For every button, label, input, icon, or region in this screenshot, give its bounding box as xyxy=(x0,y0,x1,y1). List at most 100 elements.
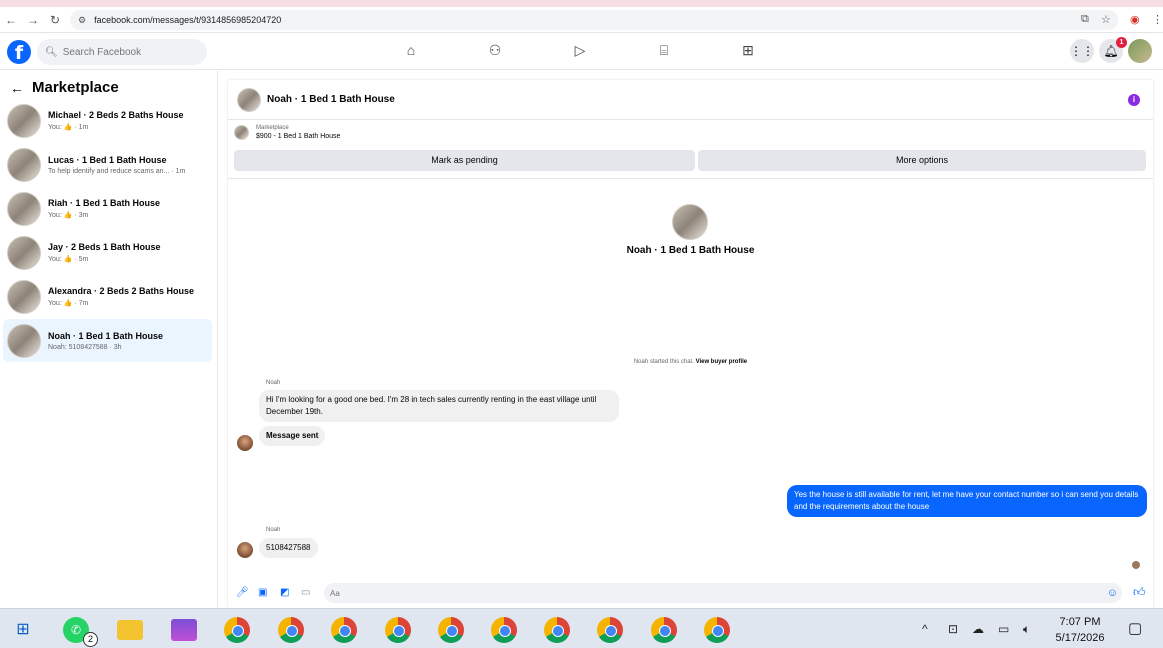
reload-icon[interactable]: ↻ xyxy=(44,13,66,27)
back-arrow-icon[interactable]: ← xyxy=(10,80,24,96)
install-app-icon[interactable]: ⧉ xyxy=(1081,13,1089,26)
menu-grid-icon[interactable]: ⋮⋮ xyxy=(1070,39,1094,63)
listing-thumbnail xyxy=(7,103,41,138)
site-settings-icon[interactable]: ⚙ xyxy=(78,15,86,26)
conversation-item[interactable]: Riah · 1 Bed 1 Bath House You: 👍 · 3m xyxy=(3,187,212,230)
marketplace-icon[interactable]: ⌸ xyxy=(653,42,675,62)
conversation-item[interactable]: Jay · 2 Beds 1 Bath House You: 👍 · 5m xyxy=(3,231,212,274)
whatsapp-badge: 2 xyxy=(83,632,98,647)
facebook-header: f 🔍︎ ⌂ ⚇ ▷ ⌸ ⊞ ⋮⋮ 🔔︎ xyxy=(0,34,1163,70)
notification-badge: 1 xyxy=(1116,37,1127,48)
chat-panel: Noah · 1 Bed 1 Bath House i Marketplace $… xyxy=(228,80,1153,608)
clock-time: 7:07 PM xyxy=(1059,616,1101,628)
clock[interactable]: 7:07 PM 5/17/2026 xyxy=(1050,614,1110,646)
conversation-item[interactable]: Michael · 2 Beds 2 Baths House You: 👍 · 1… xyxy=(3,99,212,142)
video-icon[interactable]: ▷ xyxy=(569,42,591,62)
listing-thumbnail xyxy=(7,147,41,182)
marketplace-label: Marketplace xyxy=(256,125,289,131)
chrome-icon[interactable] xyxy=(224,617,250,643)
photo-icon[interactable]: ▣ xyxy=(258,587,267,598)
sidebar-title: Marketplace xyxy=(32,79,119,96)
message-input-box[interactable]: ☺ xyxy=(324,583,1122,603)
gaming-icon[interactable]: ⊞ xyxy=(737,42,759,62)
conversation-preview: Noah: 5108427588 · 3h xyxy=(48,343,122,351)
message-bubble-outgoing: Yes the house is still available for ren… xyxy=(787,485,1147,517)
chrome-icon[interactable] xyxy=(597,617,623,643)
search-box[interactable]: 🔍︎ xyxy=(37,39,207,65)
meet-now-icon[interactable]: ⊡ xyxy=(948,622,958,636)
sticker-icon[interactable]: ◩ xyxy=(280,587,289,598)
conversation-preview: You: 👍 · 1m xyxy=(48,124,89,131)
conversation-title: Michael · 2 Beds 2 Baths House xyxy=(48,110,184,120)
listing-thumbnail xyxy=(7,235,41,270)
chat-center-title: Noah · 1 Bed 1 Bath House xyxy=(626,245,755,256)
listing-avatar-large xyxy=(672,204,708,240)
chrome-icon[interactable] xyxy=(651,617,677,643)
sender-name: Noah xyxy=(266,380,281,386)
clock-date: 5/17/2026 xyxy=(1055,632,1105,644)
conversation-title: Jay · 2 Beds 1 Bath House xyxy=(48,242,161,252)
profile-avatar[interactable] xyxy=(1128,39,1152,63)
conversation-item[interactable]: Alexandra · 2 Beds 2 Baths House You: 👍 ·… xyxy=(3,275,212,318)
listing-thumbnail xyxy=(234,125,249,140)
listing-summary[interactable]: Marketplace $900 - 1 Bed 1 Bath House xyxy=(234,125,340,140)
bookmark-star-icon[interactable]: ☆ xyxy=(1101,13,1111,26)
sidebar-header: ← Marketplace xyxy=(10,79,119,96)
message-bubble-incoming: Hi I'm looking for a good one bed. I'm 2… xyxy=(259,390,619,422)
chat-title[interactable]: Noah · 1 Bed 1 Bath House xyxy=(267,94,395,105)
info-icon[interactable]: i xyxy=(1128,94,1140,106)
mark-as-pending-button[interactable]: Mark as pending xyxy=(234,150,695,171)
listing-thumbnail xyxy=(7,191,41,226)
listing-thumbnail xyxy=(7,323,41,358)
windows-taskbar: ⊞ ✆ 2 ^ ⊡ ☁ ▭ 🔈︎ 7:07 PM 5/17/2026 ▢ xyxy=(0,608,1163,648)
sender-avatar[interactable] xyxy=(237,542,253,558)
sender-name: Noah xyxy=(266,527,281,533)
divider xyxy=(228,178,1153,179)
chrome-icon[interactable] xyxy=(278,617,304,643)
friends-icon[interactable]: ⚇ xyxy=(484,42,506,62)
chrome-icon[interactable] xyxy=(438,617,464,643)
url-text: facebook.com/messages/t/9314856985204720 xyxy=(94,15,282,25)
conversation-item[interactable]: Lucas · 1 Bed 1 Bath House To help identi… xyxy=(3,143,212,186)
conversation-title: Alexandra · 2 Beds 2 Baths House xyxy=(48,286,195,296)
gif-icon[interactable]: ▭ xyxy=(301,587,310,598)
search-input[interactable] xyxy=(62,46,193,58)
browser-toolbar: ← → ↻ ⚙ facebook.com/messages/t/93148569… xyxy=(0,7,1163,33)
conversation-title: Riah · 1 Bed 1 Bath House xyxy=(48,198,161,208)
stacked-app-icon[interactable] xyxy=(171,619,197,641)
started-text: Noah started this chat. xyxy=(633,359,694,365)
notification-center-icon[interactable]: ▢ xyxy=(1128,619,1142,637)
like-thumb-icon[interactable]: 👍︎ xyxy=(1133,585,1146,600)
conversation-item-selected[interactable]: Noah · 1 Bed 1 Bath House Noah: 510842758… xyxy=(3,319,212,362)
chrome-icon[interactable] xyxy=(544,617,570,643)
chrome-icon[interactable] xyxy=(331,617,357,643)
sender-avatar[interactable] xyxy=(237,435,253,451)
forward-arrow-icon[interactable]: → xyxy=(22,13,44,27)
cloud-icon[interactable]: ☁ xyxy=(972,622,984,636)
microphone-icon[interactable]: 🎤︎ xyxy=(236,587,249,598)
chevron-up-icon[interactable]: ^ xyxy=(922,622,928,636)
windows-start-icon[interactable]: ⊞ xyxy=(10,617,36,643)
back-arrow-icon[interactable]: ← xyxy=(0,13,22,27)
emoji-icon[interactable]: ☺ xyxy=(1107,587,1118,599)
chrome-icon[interactable] xyxy=(491,617,517,643)
listing-title: $900 - 1 Bed 1 Bath House xyxy=(256,133,341,140)
volume-icon[interactable]: 🔈︎ xyxy=(1023,622,1030,637)
profile-icon[interactable]: ◉ xyxy=(1130,13,1140,26)
chrome-icon[interactable] xyxy=(704,617,730,643)
chat-header-avatar[interactable] xyxy=(237,87,261,112)
message-input[interactable] xyxy=(330,588,1090,598)
home-icon[interactable]: ⌂ xyxy=(400,42,422,62)
browser-menu-icon[interactable]: ⋮ xyxy=(1152,13,1163,26)
browser-tab-strip xyxy=(0,0,1163,7)
file-explorer-icon[interactable] xyxy=(117,620,143,640)
search-icon: 🔍︎ xyxy=(45,46,58,58)
more-options-button[interactable]: More options xyxy=(698,150,1146,171)
address-bar[interactable]: ⚙ facebook.com/messages/t/93148569852047… xyxy=(70,10,1118,30)
conversation-title: Lucas · 1 Bed 1 Bath House xyxy=(48,154,167,165)
chrome-icon[interactable] xyxy=(385,617,411,643)
message-bubble-incoming: 5108427588 xyxy=(259,538,318,558)
view-buyer-profile-link[interactable]: View buyer profile xyxy=(696,359,748,365)
network-icon[interactable]: ▭ xyxy=(998,622,1009,636)
facebook-logo[interactable]: f xyxy=(7,40,31,64)
